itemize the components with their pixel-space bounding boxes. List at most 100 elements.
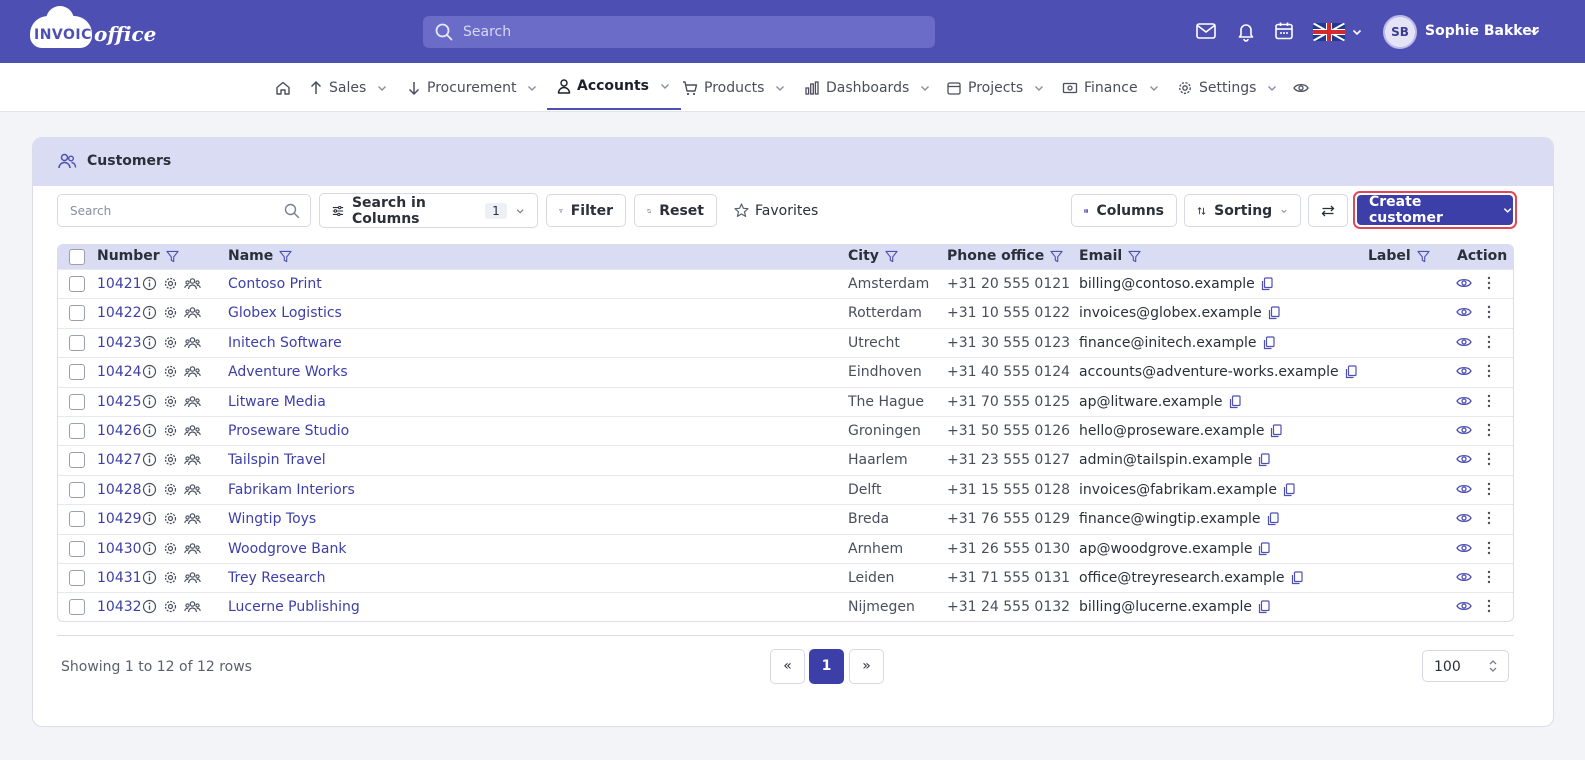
customer-name-link[interactable]: Wingtip Toys [228,511,316,527]
row-checkbox[interactable] [69,393,85,410]
contacts-group-icon[interactable] [184,452,201,467]
customer-number[interactable]: 10421 [97,276,142,292]
row-actions-button[interactable] [1485,481,1493,501]
customer-name-link[interactable]: Contoso Print [228,276,322,292]
column-header-name[interactable]: Name [228,248,292,264]
filter-icon[interactable] [166,250,179,263]
table-row[interactable]: 10430 Woodgrove Bank Arnhem +31 26 555 0130… [58,533,1513,564]
copy-icon[interactable] [1283,483,1295,497]
gear-icon[interactable] [163,423,178,438]
view-button[interactable] [1456,569,1472,589]
view-eye-icon[interactable] [1456,275,1472,291]
customer-name-link[interactable]: Trey Research [228,570,326,586]
view-button[interactable] [1456,422,1472,442]
contacts-group-icon[interactable] [184,599,201,614]
column-header-phone[interactable]: Phone office [947,248,1063,264]
copy-icon[interactable] [1261,277,1273,291]
bell-icon[interactable] [1235,20,1257,42]
customer-name-link[interactable]: Initech Software [228,335,342,351]
customer-name-link[interactable]: Proseware Studio [228,423,349,439]
table-row[interactable]: 10428 Fabrikam Interiors Delft +31 15 555 0… [58,474,1513,505]
more-vertical-icon[interactable] [1485,510,1493,526]
copy-icon[interactable] [1268,306,1280,320]
column-header-city[interactable]: City [848,248,898,264]
info-icon[interactable] [142,541,157,556]
info-icon[interactable] [142,394,157,409]
filter-icon[interactable] [1050,250,1063,263]
row-checkbox[interactable] [69,481,85,498]
nav-sales[interactable]: Sales [309,63,388,112]
row-checkbox[interactable] [69,540,85,557]
row-checkbox[interactable] [69,276,85,292]
customer-name-link[interactable]: Woodgrove Bank [228,541,346,557]
calendar-icon[interactable] [1273,20,1295,42]
contacts-group-icon[interactable] [184,423,201,438]
row-actions-button[interactable] [1485,393,1493,413]
favorites-button[interactable]: Favorites [734,194,818,227]
nav-settings[interactable]: Settings [1177,63,1278,112]
language-chevron-down-icon[interactable] [1351,26,1363,38]
more-vertical-icon[interactable] [1485,481,1493,497]
customer-email[interactable]: invoices@globex.example [1079,305,1262,321]
customer-email[interactable]: ap@woodgrove.example [1079,541,1252,557]
gear-icon[interactable] [163,482,178,497]
gear-icon[interactable] [163,276,178,291]
row-checkbox[interactable] [69,334,85,351]
create-customer-button[interactable]: Create customer [1357,194,1513,226]
user-name[interactable]: Sophie Bakker [1425,23,1539,39]
nav-visibility[interactable] [1293,63,1309,112]
table-search-input[interactable]: Search [57,194,311,227]
row-actions-button[interactable] [1485,304,1493,324]
row-checkbox[interactable] [69,452,85,469]
gear-icon[interactable] [163,541,178,556]
more-vertical-icon[interactable] [1485,393,1493,409]
row-checkbox[interactable] [69,305,85,322]
gear-icon[interactable] [163,570,178,585]
table-row[interactable]: 10429 Wingtip Toys Breda +31 76 555 0129 fin… [58,504,1513,534]
customer-email[interactable]: finance@wingtip.example [1079,511,1261,527]
view-button[interactable] [1456,363,1472,383]
row-checkbox[interactable] [69,423,85,439]
customer-number[interactable]: 10426 [97,423,142,439]
view-button[interactable] [1456,510,1472,530]
info-icon[interactable] [142,599,157,614]
view-eye-icon[interactable] [1456,481,1472,497]
row-checkbox[interactable] [69,364,85,381]
pagination-prev[interactable]: « [770,649,805,684]
customer-name-link[interactable]: Lucerne Publishing [228,599,360,615]
more-vertical-icon[interactable] [1485,451,1493,467]
customer-email[interactable]: accounts@adventure-works.example [1079,364,1339,380]
contacts-group-icon[interactable] [184,511,201,526]
pagination-next[interactable]: » [849,649,884,684]
row-actions-button[interactable] [1485,598,1493,618]
view-eye-icon[interactable] [1456,393,1472,409]
view-button[interactable] [1456,598,1472,618]
view-eye-icon[interactable] [1456,422,1472,438]
view-eye-icon[interactable] [1456,510,1472,526]
customer-number[interactable]: 10422 [97,305,142,321]
info-icon[interactable] [142,511,157,526]
customer-email[interactable]: billing@lucerne.example [1079,599,1252,615]
sorting-button[interactable]: Sorting [1184,194,1301,227]
view-eye-icon[interactable] [1456,540,1472,556]
more-vertical-icon[interactable] [1485,540,1493,556]
contacts-group-icon[interactable] [184,364,201,379]
customer-number[interactable]: 10432 [97,599,142,615]
table-row[interactable]: 10427 Tailspin Travel Haarlem +31 23 555 01… [58,445,1513,475]
row-checkbox[interactable] [69,599,85,616]
copy-icon[interactable] [1258,541,1271,556]
more-vertical-icon[interactable] [1485,598,1493,614]
contacts-group-icon[interactable] [184,482,201,497]
table-row[interactable]: 10426 Proseware Studio Groningen +31 50 555… [58,416,1513,446]
view-eye-icon[interactable] [1456,598,1472,614]
info-icon[interactable] [142,423,157,438]
row-actions-button[interactable] [1485,569,1493,589]
copy-icon[interactable] [1345,365,1357,379]
info-icon[interactable] [142,276,157,291]
more-vertical-icon[interactable] [1485,569,1493,585]
gear-icon[interactable] [163,452,178,467]
customer-name-link[interactable]: Fabrikam Interiors [228,482,355,498]
gear-icon[interactable] [163,305,178,320]
gear-icon[interactable] [163,364,178,379]
row-actions-button[interactable] [1485,275,1493,295]
